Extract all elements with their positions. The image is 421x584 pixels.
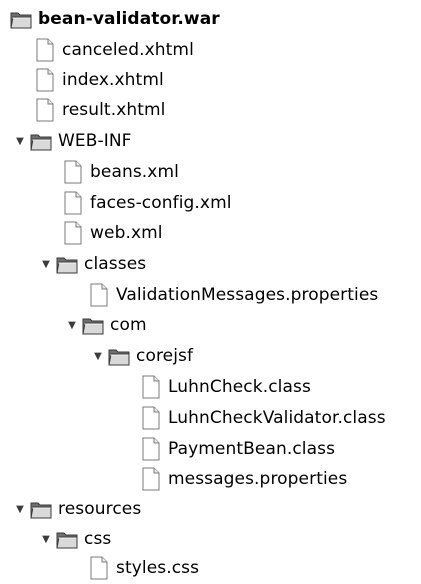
tree-item-label: classes	[84, 254, 147, 274]
tree-item-label: result.xhtml	[62, 100, 166, 120]
tree-item-luhncheckvalidator-class[interactable]: LuhnCheckValidator.class	[140, 403, 386, 433]
tree-item-paymentbean-class[interactable]: PaymentBean.class	[140, 434, 335, 464]
tree-item-faces-config-xml[interactable]: faces-config.xml	[62, 188, 232, 218]
file-icon	[62, 191, 84, 215]
expand-arrow-icon[interactable]: ▼	[66, 310, 78, 340]
tree-item-corejsf[interactable]: ▼ corejsf	[92, 341, 193, 371]
folder-icon	[30, 129, 52, 153]
file-icon	[34, 68, 56, 92]
tree-item-resources[interactable]: ▼ resources	[14, 494, 141, 524]
tree-item-label: messages.properties	[168, 469, 348, 489]
tree-item-classes[interactable]: ▼ classes	[40, 249, 146, 279]
file-icon	[140, 437, 162, 461]
file-icon	[88, 283, 110, 307]
folder-icon	[10, 7, 32, 31]
tree-item-beans-xml[interactable]: beans.xml	[62, 157, 179, 187]
file-icon	[140, 406, 162, 430]
tree-item-label: web.xml	[90, 223, 163, 243]
tree-item-luhncheck-class[interactable]: LuhnCheck.class	[140, 372, 311, 402]
expand-arrow-icon[interactable]: ▼	[14, 126, 26, 156]
folder-icon	[56, 527, 78, 551]
file-icon	[88, 556, 110, 580]
tree-item-label: com	[110, 315, 147, 335]
tree-item-label: LuhnCheckValidator.class	[168, 408, 386, 428]
tree-item-css[interactable]: ▼ css	[40, 524, 111, 554]
tree-item-web-inf[interactable]: ▼ WEB-INF	[14, 126, 132, 156]
tree-item-label: canceled.xhtml	[62, 40, 194, 60]
file-icon	[34, 98, 56, 122]
tree-root[interactable]: bean-validator.war	[10, 4, 220, 34]
tree-item-label: beans.xml	[90, 162, 179, 182]
folder-icon	[30, 497, 52, 521]
file-icon	[34, 38, 56, 62]
tree-item-label: css	[84, 529, 112, 549]
tree-item-label: PaymentBean.class	[168, 439, 336, 459]
tree-item-com[interactable]: ▼ com	[66, 310, 147, 340]
expand-arrow-icon[interactable]: ▼	[40, 249, 52, 279]
tree-root-label: bean-validator.war	[38, 9, 220, 29]
tree-item-canceled-xhtml[interactable]: canceled.xhtml	[34, 35, 194, 65]
tree-item-label: WEB-INF	[58, 131, 132, 151]
tree-item-label: faces-config.xml	[90, 193, 232, 213]
tree-item-messages-properties[interactable]: messages.properties	[140, 464, 347, 494]
folder-icon	[108, 344, 130, 368]
tree-item-result-xhtml[interactable]: result.xhtml	[34, 95, 165, 125]
tree-item-label: ValidationMessages.properties	[116, 285, 379, 305]
tree-item-label: index.xhtml	[62, 70, 164, 90]
expand-arrow-icon[interactable]: ▼	[40, 524, 52, 554]
tree-item-label: corejsf	[136, 346, 194, 366]
tree-item-web-xml[interactable]: web.xml	[62, 218, 163, 248]
expand-arrow-icon[interactable]: ▼	[92, 341, 104, 371]
file-icon	[140, 375, 162, 399]
folder-icon	[56, 252, 78, 276]
file-icon	[140, 467, 162, 491]
folder-icon	[82, 313, 104, 337]
tree-item-label: resources	[58, 499, 142, 519]
expand-arrow-icon[interactable]: ▼	[14, 494, 26, 524]
tree-item-validationmessages-properties[interactable]: ValidationMessages.properties	[88, 280, 378, 310]
file-icon	[62, 221, 84, 245]
tree-item-label: LuhnCheck.class	[168, 377, 311, 397]
file-icon	[62, 160, 84, 184]
tree-item-index-xhtml[interactable]: index.xhtml	[34, 65, 164, 95]
file-tree: bean-validator.war canceled.xhtml index.…	[0, 0, 421, 580]
